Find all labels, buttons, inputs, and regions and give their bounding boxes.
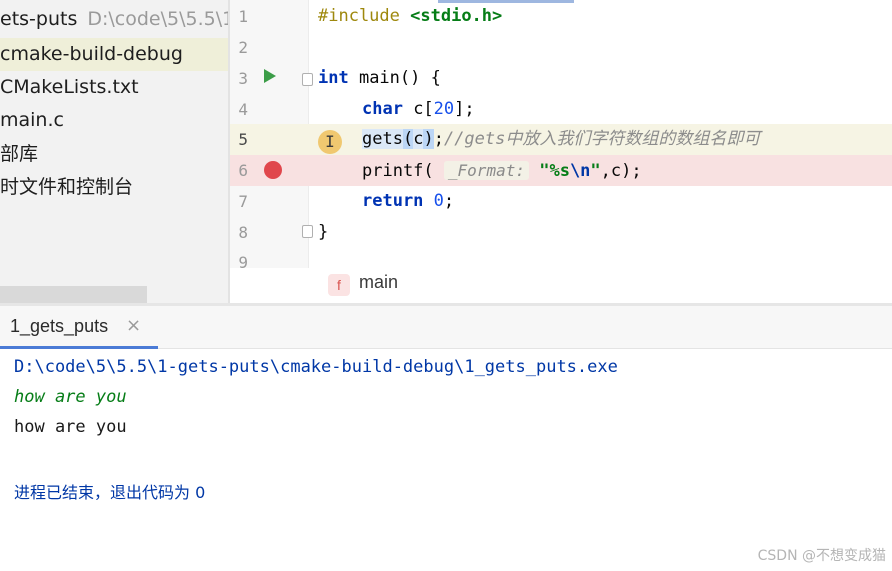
tree-item-label: main.c [0,109,64,131]
fold-icon[interactable] [302,225,313,238]
bulb-icon[interactable]: I [318,130,342,154]
line-number: 2 [238,38,248,57]
tree-item-external-libraries[interactable]: 部库 [0,138,228,171]
tree-item-label: cmake-build-debug [0,43,183,65]
run-console[interactable]: D:\code\5\5.5\1-gets-puts\cmake-build-de… [0,349,892,571]
code-line-7[interactable]: return 0; [362,186,454,217]
function-badge-icon: f [328,274,350,296]
project-horizontal-scrollbar[interactable] [0,286,147,303]
include-header: <stdio.h> [410,6,503,26]
code-line-1[interactable]: #include <stdio.h> [318,1,502,32]
console-command-line[interactable]: D:\code\5\5.5\1-gets-puts\cmake-build-de… [14,357,618,377]
tree-root[interactable]: ets-puts D:\code\5\5.5\1 [0,3,228,36]
tab-run-config[interactable]: 1_gets_puts × [0,306,158,349]
tree-root-name: ets-puts [0,8,78,30]
escape-sequence: \n [569,161,591,181]
console-user-input: how are you [14,387,127,407]
tree-item-main-c[interactable]: main.c [0,104,228,137]
code-line-3[interactable]: int main() { [318,63,441,94]
line-number: 1 [238,7,248,26]
code-line-4[interactable]: char c[20]; [362,94,475,125]
tree-root-path: D:\code\5\5.5\1 [87,8,228,30]
tree-item-label: 时文件和控制台 [0,176,134,198]
tab-label: 1_gets_puts [10,316,109,336]
preprocessor-directive: #include [318,6,400,26]
console-output: how are you [14,417,127,437]
console-exit-message: 进程已结束，退出代码为 0 [14,483,206,502]
code-text: ; [443,191,455,211]
code-text: ,c); [600,161,642,181]
project-panel: ets-puts D:\code\5\5.5\1 cmake-build-debu… [0,0,228,303]
keyword: return [362,191,424,211]
code-line-5[interactable]: gets(c);//gets中放入我们字符数组的数组名即可 [362,124,760,155]
line-number: 5 [238,130,248,149]
run-tab-bar: 1_gets_puts × [0,306,892,349]
fold-icon[interactable] [302,73,313,86]
tree-item-cmake-build-debug[interactable]: cmake-build-debug [0,38,228,71]
paren: ( [402,129,414,149]
tree-item-scratches-and-consoles[interactable]: 时文件和控制台 [0,171,228,204]
tree-item-label: 部库 [0,143,39,165]
keyword: char [362,99,403,119]
code-line-6[interactable]: printf( _Format: "%s\n",c); [362,155,642,186]
breakpoint-icon[interactable] [264,161,282,179]
line-number: 4 [238,100,248,119]
run-icon[interactable] [264,69,276,83]
code-text: ]; [454,99,475,119]
code-editor[interactable]: 1 2 3 4 5 6 7 8 9 #include <stdio.h> int… [230,0,892,303]
breadcrumb-function[interactable]: main [359,272,398,293]
code-comment: //gets中放入我们字符数组的数组名即可 [443,129,761,149]
code-text: main() { [348,68,441,88]
number-literal: 0 [433,191,444,211]
close-icon[interactable]: × [126,315,141,336]
argument: c [413,129,424,149]
line-number: 8 [238,223,248,242]
string-literal: " [590,161,601,181]
keyword: int [318,68,349,88]
line-number: 7 [238,192,248,211]
line-number: 6 [238,161,248,180]
string-literal: "%s [539,161,570,181]
function-call: gets [362,129,403,149]
watermark: CSDN @不想变成猫 [757,548,886,564]
tree-item-cmakelists[interactable]: CMakeLists.txt [0,71,228,104]
function-call: printf( [362,161,434,181]
code-text: c[ [402,99,434,119]
code-line-8[interactable]: } [318,217,328,248]
line-number: 3 [238,69,248,88]
code-text: } [318,222,329,242]
parameter-hint: _Format: [443,161,529,180]
paren: ) [423,129,434,149]
code-text: ; [433,129,444,149]
tree-item-label: CMakeLists.txt [0,76,139,98]
breadcrumb: f main [230,268,892,303]
number-literal: 20 [433,99,455,119]
